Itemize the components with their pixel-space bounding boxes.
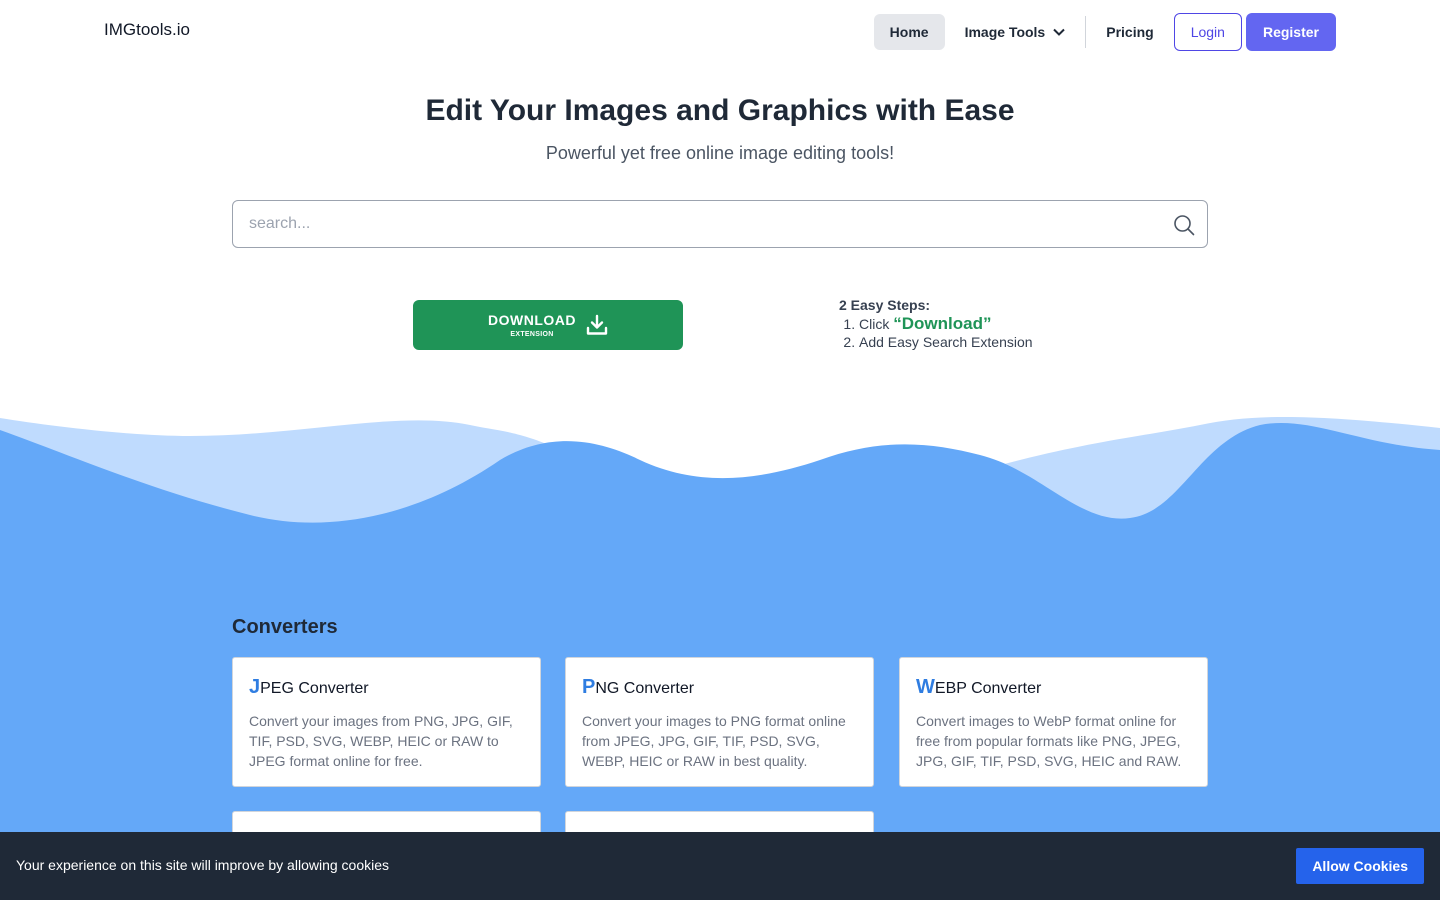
card-title-rest: EBP Converter bbox=[934, 680, 1042, 697]
hero-title: Edit Your Images and Graphics with Ease bbox=[425, 94, 1015, 127]
step-2: Add Easy Search Extension bbox=[859, 333, 1033, 351]
card-description: Convert your images from PNG, JPG, GIF, … bbox=[249, 713, 513, 769]
cookie-banner: Your experience on this site will improv… bbox=[0, 832, 1440, 900]
easy-steps: 2 Easy Steps: Click “Download” Add Easy … bbox=[839, 297, 1033, 351]
search-box bbox=[232, 200, 1208, 248]
chevron-down-icon bbox=[1053, 28, 1065, 36]
login-button[interactable]: Login bbox=[1173, 13, 1242, 51]
card-title: WEBP Converter bbox=[916, 676, 1041, 699]
card-description: Convert images to WebP format online for… bbox=[916, 713, 1182, 769]
site-header: IMGtools.io Home Image Tools Pricing Log… bbox=[0, 0, 1440, 64]
main-nav: Home Image Tools Pricing Login Register bbox=[873, 13, 1336, 51]
card-title-initial: J bbox=[249, 676, 261, 698]
converters-title: Converters bbox=[232, 616, 338, 638]
card-title-rest: NG Converter bbox=[595, 680, 695, 697]
card-webp-converter[interactable]: WEBP Converter Convert images to WebP fo… bbox=[899, 657, 1208, 787]
card-png-converter[interactable]: PNG Converter Convert your images to PNG… bbox=[565, 657, 874, 787]
wave-decoration bbox=[0, 416, 1440, 540]
download-icon bbox=[586, 314, 608, 335]
download-label: DOWNLOAD bbox=[488, 312, 576, 328]
nav-pricing-link[interactable]: Pricing bbox=[1094, 14, 1165, 50]
card-title-initial: W bbox=[916, 676, 935, 698]
step-1-highlight: “Download” bbox=[893, 314, 992, 333]
card-jpeg-converter[interactable]: JPEG Converter Convert your images from … bbox=[232, 657, 541, 787]
nav-image-tools-dropdown[interactable]: Image Tools bbox=[949, 14, 1082, 50]
nav-divider bbox=[1085, 16, 1087, 48]
allow-cookies-button[interactable]: Allow Cookies bbox=[1296, 848, 1424, 884]
steps-list: Click “Download” Add Easy Search Extensi… bbox=[839, 315, 1033, 351]
nav-home-link[interactable]: Home bbox=[873, 14, 945, 50]
step-1-prefix: Click bbox=[859, 316, 894, 332]
card-title: JPEG Converter bbox=[249, 676, 369, 699]
step-1: Click “Download” bbox=[859, 315, 1033, 333]
steps-title: 2 Easy Steps: bbox=[839, 297, 931, 313]
hero-subtitle: Powerful yet free online image editing t… bbox=[545, 143, 895, 163]
cookie-message: Your experience on this site will improv… bbox=[16, 857, 390, 873]
download-sublabel: EXTENSION bbox=[510, 331, 554, 338]
download-extension-button[interactable]: DOWNLOAD EXTENSION bbox=[413, 300, 683, 350]
search-icon[interactable] bbox=[1173, 214, 1195, 236]
search-input[interactable] bbox=[249, 201, 1149, 247]
card-title-initial: P bbox=[582, 676, 596, 698]
download-button-text: DOWNLOAD EXTENSION bbox=[488, 312, 576, 338]
card-description: Convert your images to PNG format online… bbox=[582, 713, 846, 769]
nav-image-tools-label: Image Tools bbox=[964, 24, 1046, 40]
register-button[interactable]: Register bbox=[1245, 13, 1336, 51]
card-title-rest: PEG Converter bbox=[260, 680, 369, 697]
card-title: PNG Converter bbox=[582, 676, 694, 699]
site-logo[interactable]: IMGtools.io bbox=[104, 20, 190, 40]
